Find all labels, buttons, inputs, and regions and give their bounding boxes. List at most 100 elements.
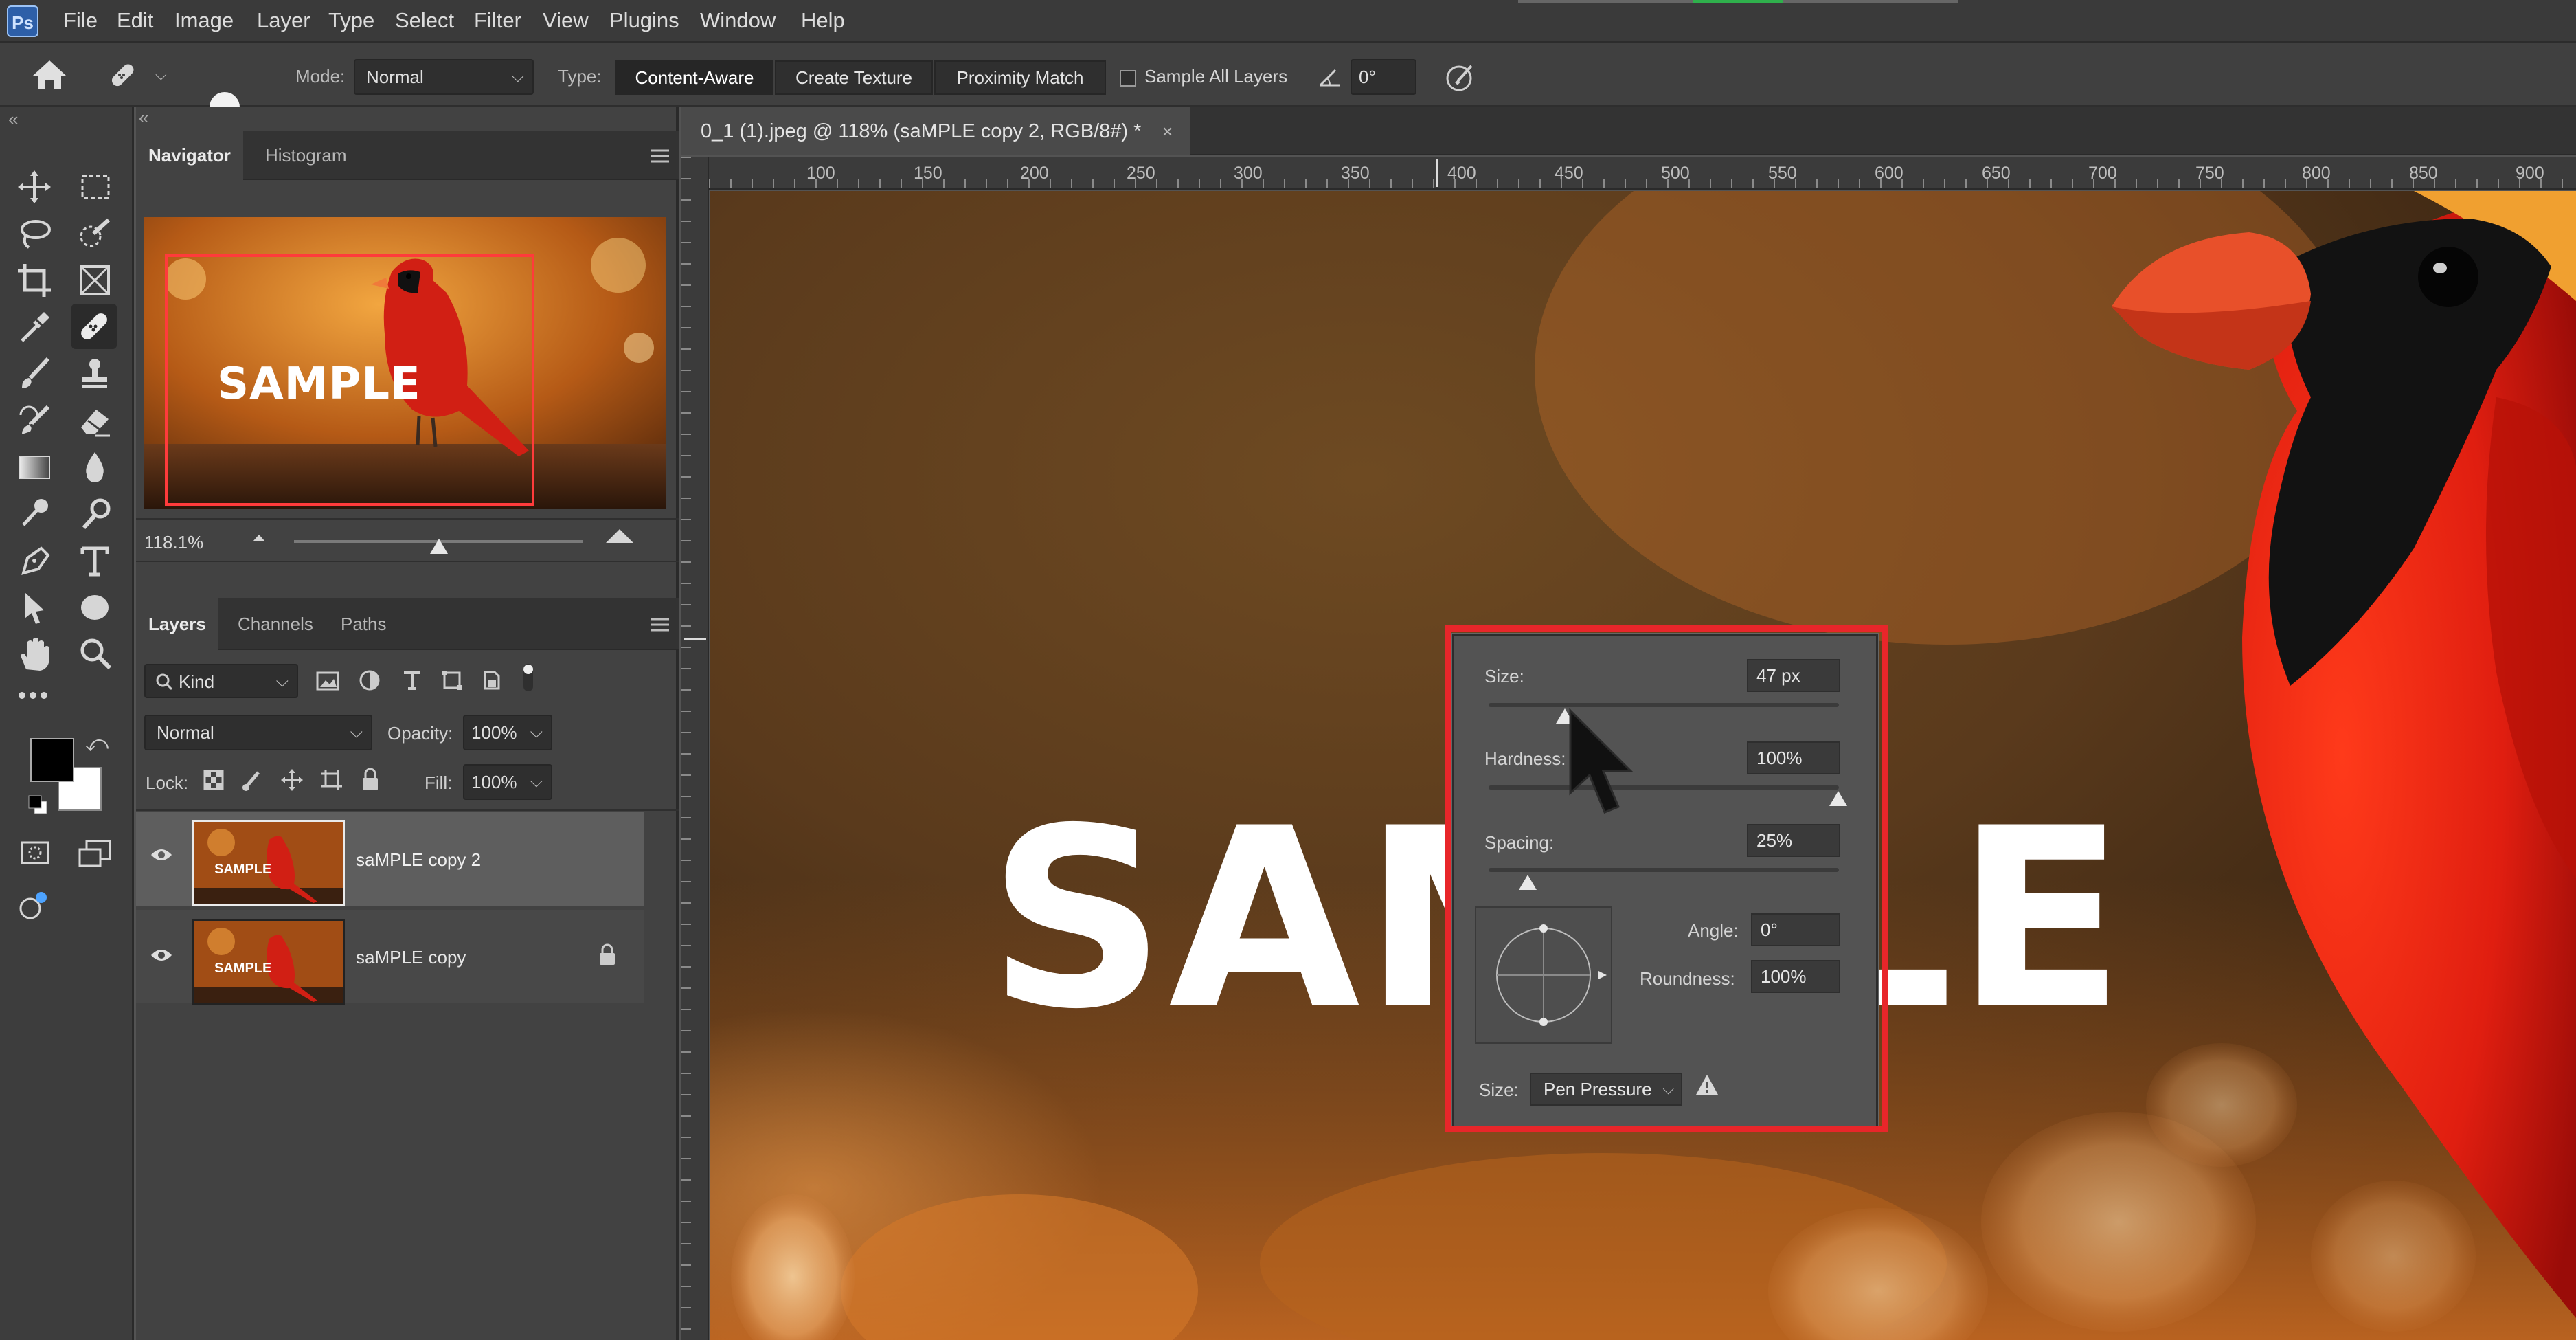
- layers-panel-menu-icon[interactable]: [650, 617, 670, 632]
- screen-mode-icon[interactable]: [74, 833, 115, 874]
- collapse-toolbar-icon[interactable]: «: [8, 109, 18, 130]
- spot-healing-brush-tool-icon[interactable]: [71, 304, 117, 349]
- menu-select[interactable]: Select: [395, 8, 454, 33]
- lock-pixels-icon[interactable]: [240, 768, 264, 792]
- history-brush-tool-icon[interactable]: [14, 400, 55, 441]
- zoom-in-icon[interactable]: [603, 526, 636, 547]
- visibility-eye-icon[interactable]: [150, 947, 173, 963]
- lock-artboard-icon[interactable]: [320, 768, 343, 792]
- search-icon: [154, 665, 174, 698]
- more-tools-icon[interactable]: [14, 682, 55, 709]
- lock-all-icon[interactable]: [360, 767, 381, 792]
- opacity-label: Opacity:: [387, 723, 453, 744]
- angle-input[interactable]: 0°: [1351, 59, 1416, 95]
- frame-tool-icon[interactable]: [74, 260, 115, 301]
- opacity-input[interactable]: 100% ⌵: [463, 715, 552, 750]
- close-icon[interactable]: ×: [1162, 107, 1173, 155]
- create-texture-button[interactable]: Create Texture: [775, 60, 933, 95]
- tool-preset-chevron-icon[interactable]: ⌵: [155, 66, 167, 84]
- ruler-horizontal[interactable]: 100 150 200 250 300 350 400 450 500 550 …: [709, 157, 2576, 190]
- filter-pixel-icon[interactable]: [316, 671, 339, 691]
- zoom-out-icon[interactable]: [249, 529, 269, 546]
- layers-tabbar: Layers Channels Paths: [136, 598, 679, 650]
- document-tab[interactable]: 0_1 (1).jpeg @ 118% (saMPLE copy 2, RGB/…: [681, 107, 1190, 155]
- fill-input[interactable]: 100% ⌵: [463, 764, 552, 800]
- sample-all-layers-label: Sample All Layers: [1144, 66, 1288, 87]
- quick-selection-tool-icon[interactable]: [74, 213, 115, 254]
- chevron-down-icon: ⌵: [275, 672, 289, 691]
- visibility-eye-icon[interactable]: [150, 847, 173, 863]
- layer-name[interactable]: saMPLE copy 2: [356, 849, 481, 871]
- filter-type-icon[interactable]: [401, 669, 423, 691]
- edit-toolbar-icon[interactable]: [14, 885, 55, 926]
- navigator-view-box[interactable]: [165, 254, 534, 506]
- menu-plugins[interactable]: Plugins: [609, 8, 679, 33]
- filter-shape-icon[interactable]: [441, 669, 463, 691]
- zoom-tool-icon[interactable]: [74, 634, 115, 675]
- pen-tool-icon[interactable]: [14, 540, 55, 581]
- zoom-value[interactable]: 118.1%: [144, 532, 203, 553]
- home-icon[interactable]: [30, 58, 69, 92]
- filter-adjustment-icon[interactable]: [359, 669, 381, 691]
- burn-tool-icon[interactable]: [74, 493, 115, 535]
- menu-view[interactable]: View: [543, 8, 589, 33]
- menu-window[interactable]: Window: [700, 8, 776, 33]
- navigator-preview[interactable]: SAMPLE: [144, 217, 666, 509]
- blend-mode-dropdown[interactable]: Normal ⌵: [144, 715, 372, 750]
- brush-tool-icon[interactable]: [14, 353, 55, 394]
- tab-histogram[interactable]: Histogram: [253, 131, 359, 180]
- mode-dropdown[interactable]: Normal ⌵: [354, 59, 534, 95]
- panel-menu-icon[interactable]: [650, 148, 670, 164]
- menu-edit[interactable]: Edit: [117, 8, 153, 33]
- chevron-down-icon[interactable]: ⌵: [530, 766, 543, 799]
- type-tool-icon[interactable]: [74, 540, 115, 581]
- ellipse-tool-icon[interactable]: [74, 587, 115, 628]
- menu-bar: Ps File Edit Image Layer Type Select Fil…: [0, 0, 2576, 43]
- proximity-match-button[interactable]: Proximity Match: [934, 60, 1106, 95]
- menu-layer[interactable]: Layer: [257, 8, 310, 33]
- chevron-down-icon[interactable]: ⌵: [530, 716, 543, 749]
- eyedropper-tool-icon[interactable]: [14, 306, 55, 348]
- menu-filter[interactable]: Filter: [474, 8, 521, 33]
- layer-name[interactable]: saMPLE copy: [356, 947, 466, 968]
- clone-stamp-tool-icon[interactable]: [74, 353, 115, 394]
- hand-tool-icon[interactable]: [14, 634, 55, 675]
- gradient-tool-icon[interactable]: [14, 447, 55, 488]
- ruler-vertical[interactable]: [681, 157, 709, 1340]
- zoom-slider-thumb[interactable]: [430, 539, 448, 554]
- menu-file[interactable]: File: [63, 8, 98, 33]
- marquee-tool-icon[interactable]: [74, 166, 115, 208]
- path-selection-tool-icon[interactable]: [14, 587, 55, 628]
- blur-tool-icon[interactable]: [74, 447, 115, 488]
- filter-toggle-icon[interactable]: [519, 662, 537, 693]
- lock-transparent-icon[interactable]: [202, 768, 225, 792]
- tab-channels[interactable]: Channels: [225, 598, 326, 650]
- menu-help[interactable]: Help: [801, 8, 845, 33]
- ruler-ticks: [681, 157, 691, 1340]
- filter-smart-object-icon[interactable]: [481, 669, 503, 691]
- lock-position-icon[interactable]: [280, 768, 304, 792]
- sample-all-layers-checkbox[interactable]: [1120, 70, 1136, 87]
- menu-type[interactable]: Type: [328, 8, 374, 33]
- crop-tool-icon[interactable]: [14, 260, 55, 301]
- tab-layers[interactable]: Layers: [136, 598, 218, 650]
- dodge-tool-icon[interactable]: [14, 493, 55, 535]
- healing-brush-tool-icon[interactable]: [103, 56, 142, 95]
- menu-image[interactable]: Image: [174, 8, 234, 33]
- quick-mask-icon[interactable]: [14, 833, 55, 874]
- pressure-size-icon[interactable]: [1443, 60, 1477, 95]
- foreground-color-swatch[interactable]: [30, 738, 74, 782]
- default-colors-icon[interactable]: [27, 794, 48, 815]
- mode-value: Normal: [366, 67, 424, 87]
- eraser-tool-icon[interactable]: [74, 400, 115, 441]
- lasso-tool-icon[interactable]: [14, 213, 55, 254]
- content-aware-button[interactable]: Content-Aware: [615, 60, 773, 95]
- layer-row-selected[interactable]: SAMPLE saMPLE copy 2: [136, 812, 644, 906]
- move-tool-icon[interactable]: [14, 166, 55, 208]
- tab-navigator[interactable]: Navigator: [136, 131, 243, 180]
- tab-paths[interactable]: Paths: [328, 598, 399, 650]
- layer-row[interactable]: SAMPLE saMPLE copy: [136, 910, 644, 1005]
- collapse-panels-icon[interactable]: «: [139, 107, 148, 129]
- swap-colors-icon[interactable]: ⤺: [85, 731, 109, 757]
- layer-filter-kind-dropdown[interactable]: Kind ⌵: [144, 664, 298, 698]
